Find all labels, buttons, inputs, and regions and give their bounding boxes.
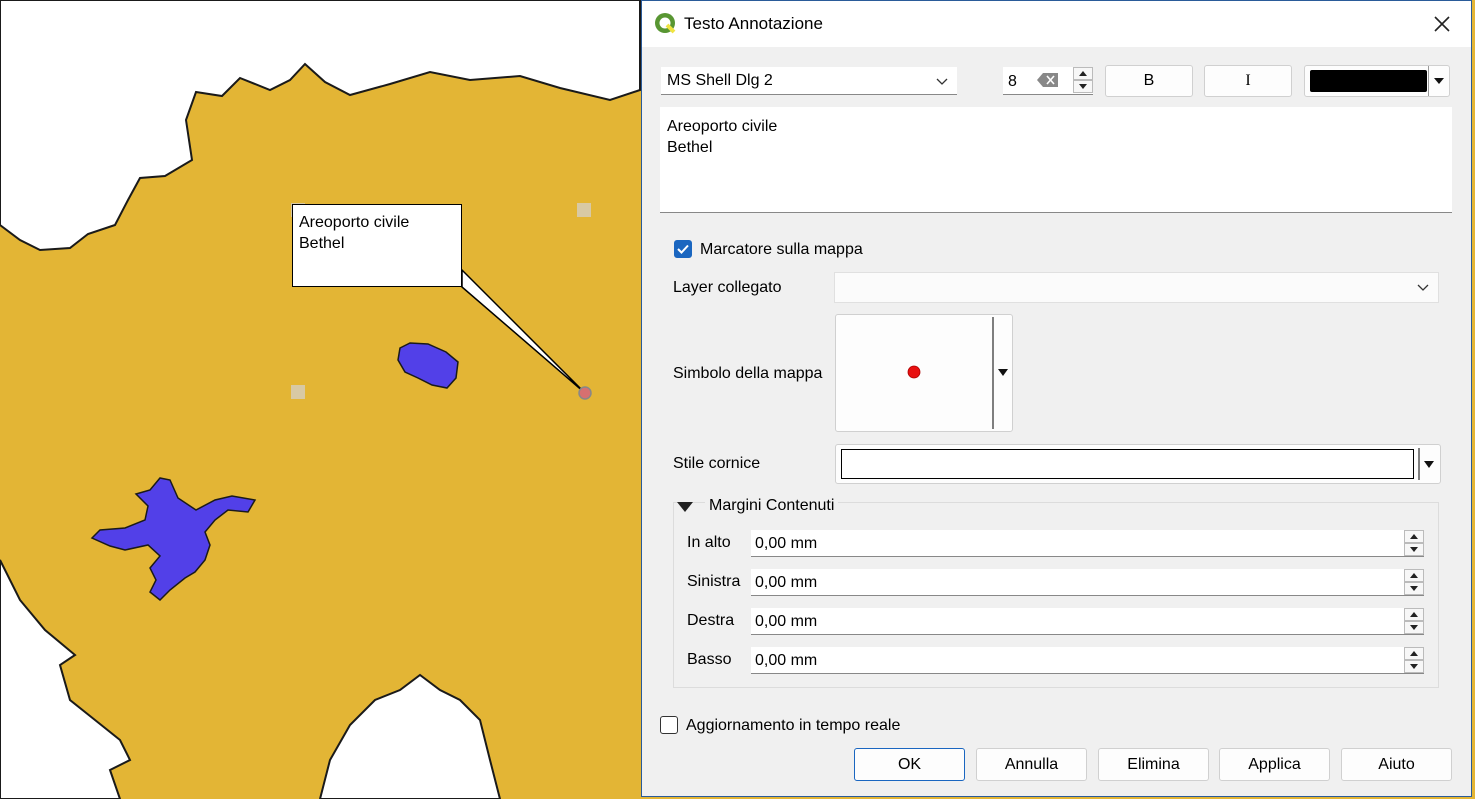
annotation-text-editor[interactable]: Areoporto civile Bethel [660, 107, 1452, 213]
map-marker[interactable] [578, 386, 592, 400]
margin-bottom-value: 0,00 mm [755, 652, 818, 669]
margin-right-value: 0,00 mm [755, 613, 818, 630]
linked-layer-combo[interactable] [834, 272, 1439, 303]
margin-bottom-label: Basso [687, 651, 732, 668]
ok-button[interactable]: OK [854, 748, 965, 781]
red-dot-icon [907, 365, 921, 379]
spin-arrows-icon[interactable] [1404, 608, 1424, 634]
margin-bottom-spinbox[interactable]: 0,00 mm [751, 647, 1424, 674]
chevron-down-icon [936, 78, 948, 85]
frame-style-button[interactable] [835, 444, 1441, 484]
font-size-value: 8 [1008, 73, 1017, 90]
margin-left-label: Sinistra [687, 573, 741, 590]
cancel-button[interactable]: Annulla [976, 748, 1087, 781]
apply-button[interactable]: Applica [1219, 748, 1330, 781]
frame-style-label: Stile cornice [673, 455, 761, 472]
frame-handle[interactable] [577, 203, 591, 217]
dialog-title: Testo Annotazione [684, 14, 823, 33]
font-family-combo[interactable]: MS Shell Dlg 2 [661, 67, 957, 95]
spin-arrows-icon[interactable] [1404, 530, 1424, 556]
annotation-callout[interactable]: Areoporto civile Bethel [292, 204, 462, 287]
delete-button[interactable]: Elimina [1098, 748, 1209, 781]
dropdown-arrow-icon[interactable] [1418, 445, 1440, 483]
map-symbol-label: Simbolo della mappa [673, 365, 823, 382]
dropdown-arrow-icon [998, 369, 1008, 376]
help-button[interactable]: Aiuto [1341, 748, 1452, 781]
content-margins-title: Margini Contenuti [705, 497, 839, 515]
live-update-label: Aggiornamento in tempo reale [686, 717, 901, 734]
margin-top-value: 0,00 mm [755, 535, 818, 552]
collapse-triangle-icon[interactable] [676, 500, 694, 514]
chevron-down-icon [1417, 284, 1429, 291]
font-family-value: MS Shell Dlg 2 [667, 72, 773, 89]
spin-arrows-icon[interactable] [1073, 67, 1093, 93]
callout-line: Areoporto civile [299, 214, 410, 231]
frame-preview [841, 449, 1414, 479]
text-color-button[interactable] [1304, 65, 1450, 97]
close-icon[interactable] [1431, 13, 1453, 35]
live-update-checkbox[interactable] [660, 716, 678, 734]
margin-top-label: In alto [687, 534, 731, 551]
margin-right-spinbox[interactable]: 0,00 mm [751, 608, 1424, 635]
check-icon [677, 244, 689, 254]
map-symbol-button[interactable] [835, 314, 1013, 432]
qgis-logo-icon [655, 13, 676, 34]
dropdown-arrow-icon[interactable] [1428, 66, 1449, 96]
map-marker-label: Marcatore sulla mappa [700, 241, 863, 258]
margin-left-spinbox[interactable]: 0,00 mm [751, 569, 1424, 596]
clear-icon[interactable] [1037, 72, 1059, 88]
color-swatch [1310, 70, 1427, 92]
linked-layer-label: Layer collegato [673, 279, 782, 296]
callout-line: Bethel [299, 235, 345, 252]
margin-top-spinbox[interactable]: 0,00 mm [751, 530, 1424, 557]
spin-arrows-icon[interactable] [1404, 647, 1424, 673]
annotation-dialog: Testo Annotazione MS Shell Dlg 2 8 B I A… [641, 0, 1472, 797]
bold-button[interactable]: B [1105, 65, 1193, 97]
frame-handle[interactable] [291, 385, 305, 399]
map-marker-checkbox[interactable] [674, 240, 692, 258]
title-bar: Testo Annotazione [642, 1, 1471, 47]
margin-right-label: Destra [687, 612, 735, 629]
margin-left-value: 0,00 mm [755, 574, 818, 591]
font-size-spinbox[interactable]: 8 [1003, 67, 1093, 95]
italic-button[interactable]: I [1204, 65, 1292, 97]
spin-arrows-icon[interactable] [1404, 569, 1424, 595]
symbol-preview [907, 317, 1008, 429]
